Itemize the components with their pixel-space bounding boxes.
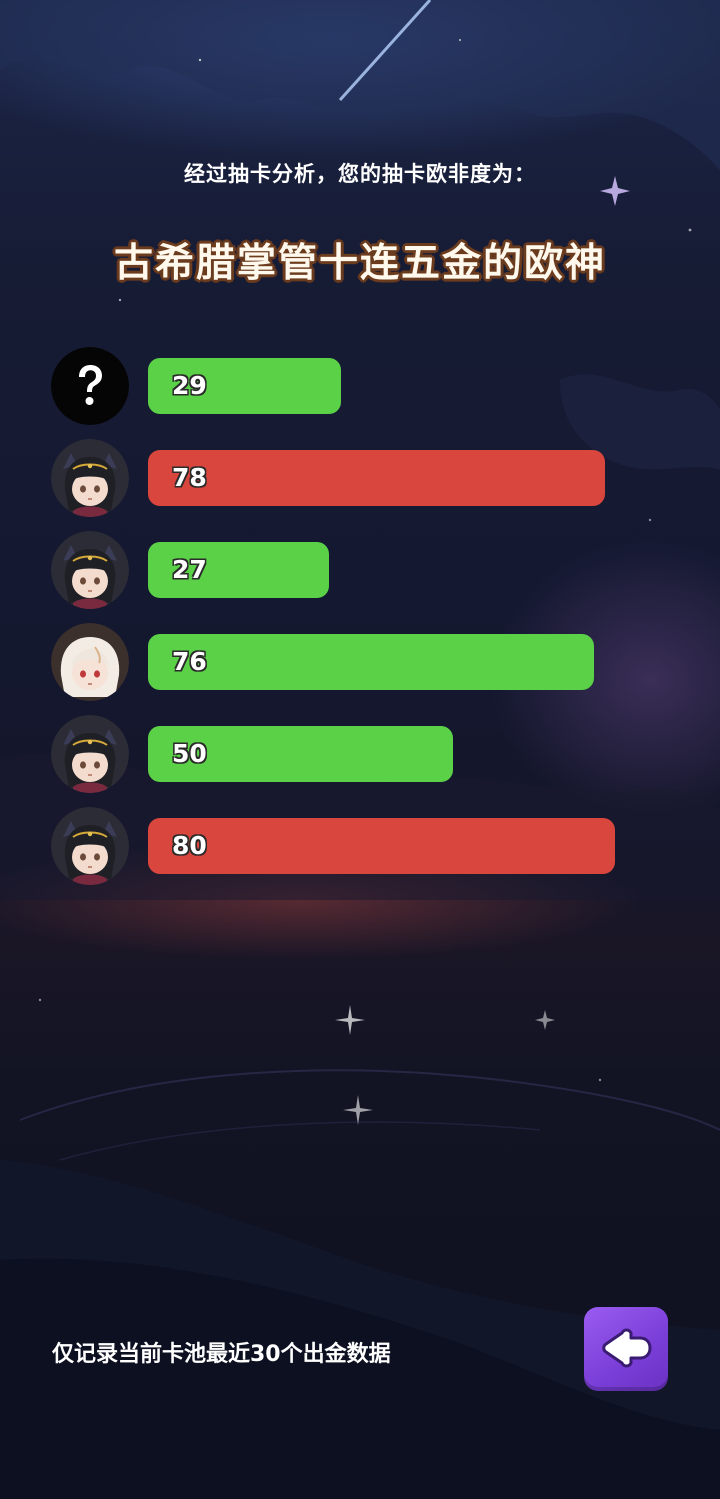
- pull-row: 27: [0, 531, 720, 611]
- pull-count-label: 27: [172, 555, 207, 584]
- pull-row: 78: [0, 439, 720, 519]
- white-hair-character-icon: [51, 623, 129, 701]
- pull-row: 29: [0, 347, 720, 427]
- luck-bar: [148, 818, 615, 874]
- unknown-question-icon: [51, 347, 129, 425]
- back-arrow-icon: [602, 1328, 652, 1368]
- luck-bar: [148, 634, 594, 690]
- pull-row: 80: [0, 807, 720, 887]
- pull-count-label: 50: [172, 739, 207, 768]
- pull-count-label: 76: [172, 647, 207, 676]
- dark-hair-character-icon: [51, 715, 129, 793]
- pull-count-label: 80: [172, 831, 207, 860]
- analysis-subtitle: 经过抽卡分析，您的抽卡欧非度为：: [184, 162, 536, 186]
- dark-hair-character-icon: [51, 439, 129, 517]
- dark-hair-character-icon: [51, 531, 129, 609]
- luck-bar: [148, 450, 605, 506]
- pull-count-label: 29: [172, 371, 207, 400]
- result-title: 古希腊掌管十连五金的欧神: [113, 241, 606, 286]
- footer-note: 仅记录当前卡池最近30个出金数据: [52, 1342, 391, 1367]
- pull-row: 50: [0, 715, 720, 795]
- back-button[interactable]: [584, 1307, 668, 1391]
- pull-row: 76: [0, 623, 720, 703]
- pull-count-label: 78: [172, 463, 207, 492]
- dark-hair-character-icon: [51, 807, 129, 885]
